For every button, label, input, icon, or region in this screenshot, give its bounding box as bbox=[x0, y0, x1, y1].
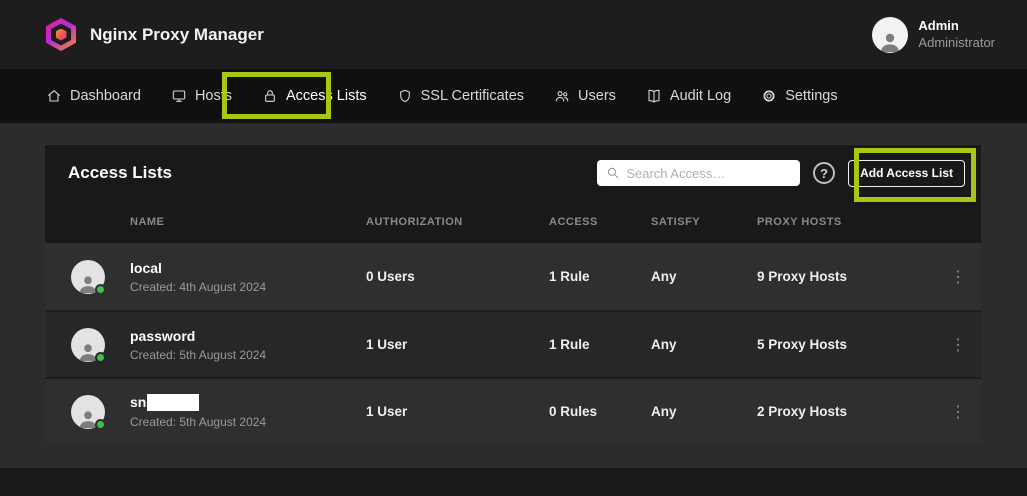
satisfy-value: Any bbox=[651, 269, 757, 284]
row-avatar bbox=[71, 395, 105, 429]
nav-item-access-lists[interactable]: Access Lists bbox=[262, 88, 367, 104]
access-value: 0 Rules bbox=[549, 404, 651, 419]
gear-icon bbox=[761, 88, 777, 104]
column-header-name: NAME bbox=[130, 216, 366, 228]
access-list-name: password bbox=[130, 328, 366, 344]
created-date: Created: 4th August 2024 bbox=[130, 280, 366, 294]
person-icon bbox=[877, 29, 903, 53]
access-value: 1 Rule bbox=[549, 337, 651, 352]
book-icon bbox=[646, 88, 662, 104]
row-menu-button[interactable]: ⋮ bbox=[942, 398, 974, 426]
brand: Nginx Proxy Manager bbox=[46, 18, 264, 51]
table-row: sn Created: 5th August 2024 1 User 0 Rul… bbox=[45, 377, 981, 444]
row-menu-button[interactable]: ⋮ bbox=[942, 263, 974, 291]
row-avatar bbox=[71, 328, 105, 362]
online-status-dot bbox=[95, 284, 106, 295]
user-menu[interactable]: Admin Administrator bbox=[872, 17, 995, 53]
lock-icon bbox=[262, 88, 278, 104]
nav-item-settings[interactable]: Settings bbox=[761, 88, 837, 104]
nav-item-hosts[interactable]: Hosts bbox=[171, 88, 232, 104]
online-status-dot bbox=[95, 352, 106, 363]
home-icon bbox=[46, 88, 62, 104]
access-list-name: sn bbox=[130, 394, 366, 412]
monitor-icon bbox=[171, 88, 187, 104]
authorization-value: 1 User bbox=[366, 337, 549, 352]
nav-item-dashboard[interactable]: Dashboard bbox=[46, 88, 141, 104]
access-lists-card: Access Lists ? Add Access List NAME AUTH… bbox=[45, 145, 981, 444]
authorization-value: 0 Users bbox=[366, 269, 549, 284]
column-header-access: ACCESS bbox=[549, 216, 651, 228]
table-row: local Created: 4th August 2024 0 Users 1… bbox=[45, 243, 981, 310]
search-icon bbox=[606, 165, 620, 181]
add-access-list-button[interactable]: Add Access List bbox=[848, 160, 965, 187]
app-header: Nginx Proxy Manager Admin Administrator bbox=[0, 0, 1027, 69]
access-list-name: local bbox=[130, 260, 366, 276]
proxy-hosts-value: 9 Proxy Hosts bbox=[757, 269, 935, 284]
column-header-satisfy: SATISFY bbox=[651, 216, 757, 228]
search-input[interactable] bbox=[626, 166, 791, 181]
authorization-value: 1 User bbox=[366, 404, 549, 419]
user-name: Admin bbox=[918, 18, 995, 34]
user-avatar bbox=[872, 17, 908, 53]
created-date: Created: 5th August 2024 bbox=[130, 415, 366, 429]
app-title: Nginx Proxy Manager bbox=[90, 25, 264, 45]
users-icon bbox=[554, 88, 570, 104]
nav-item-ssl-certificates[interactable]: SSL Certificates bbox=[397, 88, 524, 104]
row-avatar bbox=[71, 260, 105, 294]
proxy-hosts-value: 2 Proxy Hosts bbox=[757, 404, 935, 419]
main-nav: Dashboard Hosts Access Lists SSL Certifi… bbox=[0, 69, 1027, 123]
page-title: Access Lists bbox=[68, 163, 172, 183]
card-header: Access Lists ? Add Access List bbox=[45, 145, 981, 201]
online-status-dot bbox=[95, 419, 106, 430]
footer-strip bbox=[0, 468, 1027, 496]
nav-item-users[interactable]: Users bbox=[554, 88, 616, 104]
row-menu-button[interactable]: ⋮ bbox=[942, 331, 974, 359]
redaction-box bbox=[147, 394, 199, 411]
satisfy-value: Any bbox=[651, 337, 757, 352]
access-value: 1 Rule bbox=[549, 269, 651, 284]
nav-item-audit-log[interactable]: Audit Log bbox=[646, 88, 731, 104]
proxy-hosts-value: 5 Proxy Hosts bbox=[757, 337, 935, 352]
search-box bbox=[597, 160, 800, 186]
user-role: Administrator bbox=[918, 35, 995, 51]
created-date: Created: 5th August 2024 bbox=[130, 348, 366, 362]
page-content: Access Lists ? Add Access List NAME AUTH… bbox=[0, 123, 1027, 444]
shield-icon bbox=[397, 88, 413, 104]
table-row: password Created: 5th August 2024 1 User… bbox=[45, 310, 981, 377]
table-header-row: NAME AUTHORIZATION ACCESS SATISFY PROXY … bbox=[45, 201, 981, 243]
help-button[interactable]: ? bbox=[813, 162, 835, 184]
satisfy-value: Any bbox=[651, 404, 757, 419]
column-header-proxy-hosts: PROXY HOSTS bbox=[757, 216, 935, 228]
app-logo-icon bbox=[46, 18, 76, 51]
column-header-authorization: AUTHORIZATION bbox=[366, 216, 549, 228]
